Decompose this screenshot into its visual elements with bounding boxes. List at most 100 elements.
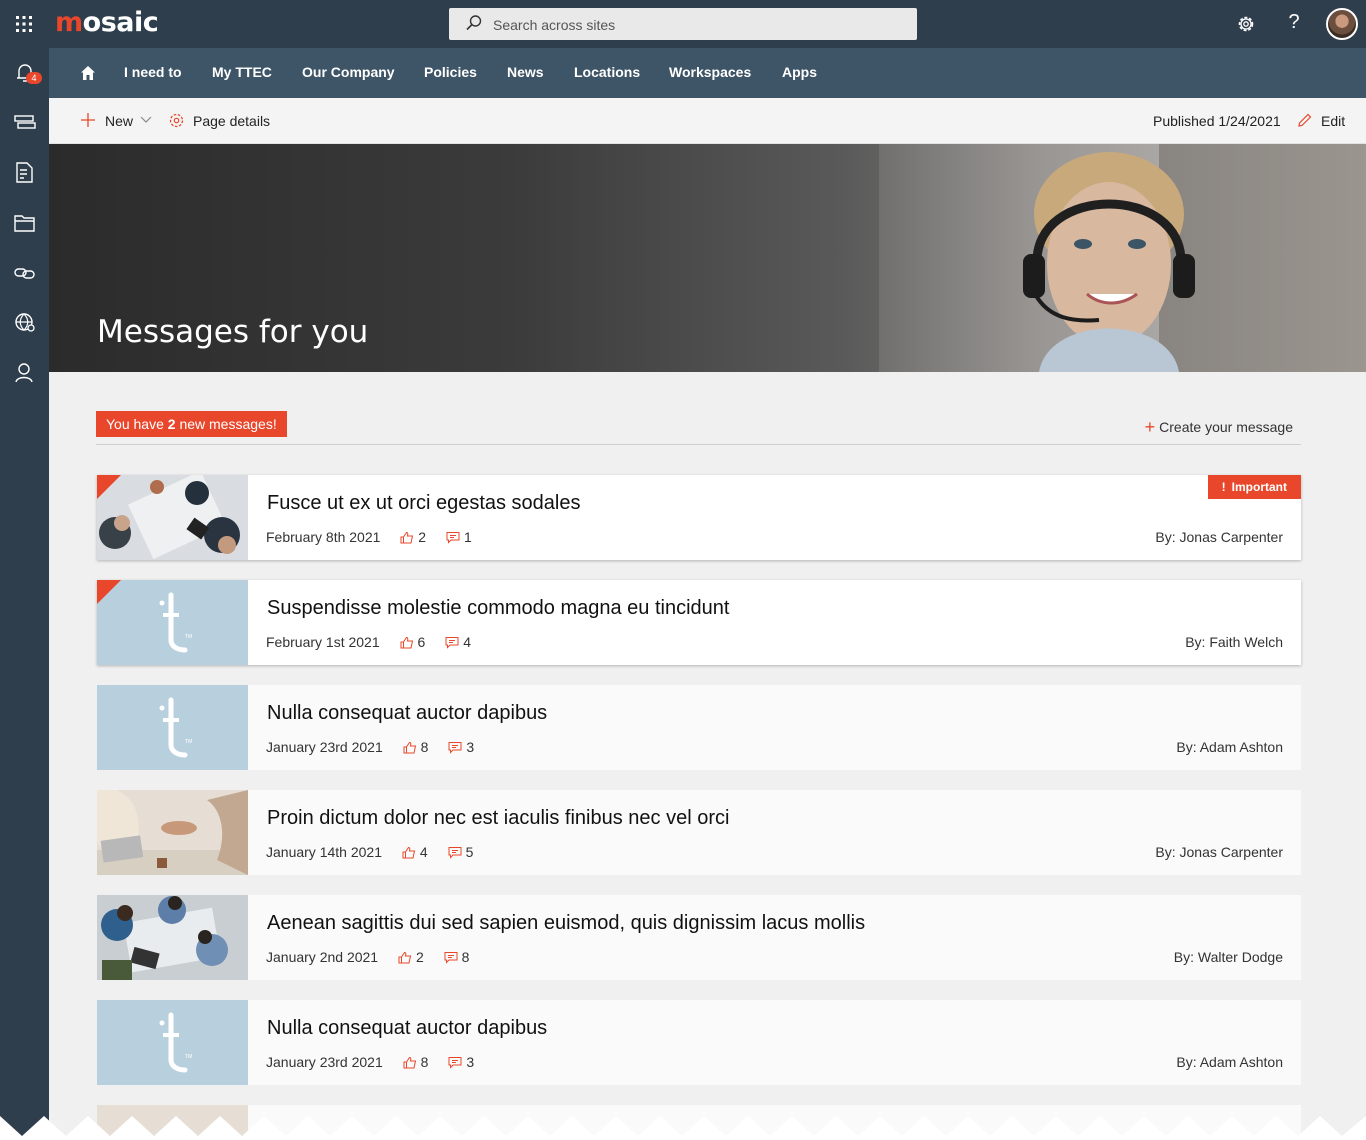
nav-item-our-company[interactable]: Our Company [302,64,395,80]
message-date: January 23rd 2021 [266,1054,383,1070]
message-card[interactable]: Proin dictum dolor nec est iaculis finib… [97,790,1301,875]
document-icon[interactable] [12,160,38,186]
message-meta: February 1st 2021 6 4 [266,634,471,650]
folder-icon[interactable] [12,210,38,236]
message-title[interactable]: Nulla consequat auctor dapibus [267,1017,547,1040]
nav-item-my-ttec[interactable]: My TTEC [212,64,272,80]
message-meta: January 23rd 2021 8 3 [266,739,474,755]
edit-button[interactable]: Edit [1296,113,1345,129]
comment-count: 3 [466,1054,475,1070]
message-card[interactable]: TM Nulla consequat auctor dapibus Januar… [97,685,1301,770]
nav-item-workspaces[interactable]: Workspaces [669,64,751,80]
message-date: January 14th 2021 [266,844,382,860]
unread-flag [97,580,121,604]
like-count: 2 [415,949,424,965]
likes[interactable]: 8 [403,1054,429,1070]
message-card[interactable]: Fusce ut ex ut orci egestas sodales Febr… [97,475,1301,560]
comments[interactable]: 8 [444,949,469,965]
likes[interactable]: 4 [402,844,428,860]
like-count: 4 [419,844,428,860]
comment-icon [448,1057,462,1069]
message-card[interactable]: Aenean sagittis dui sed sapien euismod, … [97,895,1301,980]
message-date: February 8th 2021 [266,529,381,545]
link-icon[interactable] [12,260,38,286]
message-author: By: Jonas Carpenter [1155,844,1283,860]
new-messages-prefix: You have [106,416,168,432]
hero-banner: Messages for you [49,144,1366,372]
like-count: 8 [420,1054,429,1070]
search-icon [466,15,482,31]
exclamation-icon: ! [1221,480,1226,494]
like-icon [400,636,413,649]
create-message-button[interactable]: + Create your message [1145,416,1293,437]
message-thumbnail: TM [97,685,248,770]
likes[interactable]: 6 [400,634,425,650]
likes[interactable]: 2 [398,949,424,965]
comment-count: 5 [465,844,474,860]
nav-item-policies[interactable]: Policies [424,64,477,80]
avatar[interactable] [1326,8,1358,40]
handshake-photo [97,790,248,875]
logo-accent-letter: m [55,7,83,38]
message-title[interactable]: Fusce ut ex ut orci egestas sodales [267,492,581,515]
message-title[interactable]: Nulla consequat auctor dapibus [267,702,547,725]
message-thumbnail: TM [97,1000,248,1085]
like-count: 8 [420,739,429,755]
mosaic-logo[interactable]: mosaic [55,7,159,38]
left-rail [0,48,49,1140]
message-thumbnail [97,790,248,875]
message-title[interactable]: Aenean sagittis dui sed sapien euismod, … [267,912,865,935]
comments[interactable]: 1 [446,529,472,545]
like-icon [400,531,414,544]
settings-icon[interactable] [1234,12,1258,36]
new-label: New [105,113,134,129]
message-title[interactable]: Proin dictum dolor nec est iaculis finib… [267,807,729,830]
nav-item-news[interactable]: News [507,64,544,80]
nav-item-i-need-to[interactable]: I need to [124,64,182,80]
unread-flag [97,475,121,499]
nav-item-apps[interactable]: Apps [782,64,817,80]
message-author: By: Walter Dodge [1173,949,1283,965]
globe-search-icon[interactable] [12,310,38,336]
message-title[interactable]: Suspendisse molestie commodo magna eu ti… [267,597,729,620]
likes[interactable]: 8 [403,739,429,755]
comment-icon [445,637,459,649]
comment-icon [448,847,462,859]
logo-text: osaic [82,7,159,38]
plus-icon: + [1144,417,1156,437]
person-icon[interactable] [12,360,38,386]
important-badge: ! Important [1207,475,1301,499]
comments[interactable]: 5 [448,844,474,860]
comment-icon [448,742,462,754]
message-meta: February 8th 2021 2 1 [266,529,472,545]
team-photo [97,895,248,980]
new-button[interactable]: New [80,113,152,129]
nav-item-locations[interactable]: Locations [574,64,640,80]
hero-agent-photo [1023,152,1195,372]
message-author: By: Jonas Carpenter [1155,529,1283,545]
search-box[interactable]: Search across sites [449,8,917,40]
command-bar: New Page details Published 1/24/2021 Edi… [49,98,1366,144]
page-title: Messages for you [97,314,369,350]
svg-text:TM: TM [185,1054,192,1060]
top-bar: mosaic Search across sites ? [0,0,1366,48]
help-icon[interactable]: ? [1284,11,1304,35]
comment-icon [444,952,458,964]
likes[interactable]: 2 [400,529,426,545]
message-card[interactable]: TM Suspendisse molestie commodo magna eu… [97,580,1301,665]
page-details-button[interactable]: Page details [168,113,270,129]
message-card[interactable]: TM Nulla consequat auctor dapibus Januar… [97,1000,1301,1085]
message-author: By: Adam Ashton [1176,1054,1283,1070]
comments[interactable]: 3 [448,739,474,755]
comments[interactable]: 3 [448,1054,474,1070]
message-meta: January 14th 2021 4 5 [266,844,473,860]
app-launcher-icon[interactable] [14,14,34,34]
comments[interactable]: 4 [445,634,471,650]
home-icon[interactable] [79,64,97,82]
news-icon[interactable] [12,110,38,136]
comment-count: 1 [463,529,472,545]
published-status: Published 1/24/2021 [1153,113,1281,129]
new-messages-count: 2 [167,416,176,432]
comment-count: 4 [463,634,471,650]
search-placeholder[interactable]: Search across sites [493,17,615,33]
